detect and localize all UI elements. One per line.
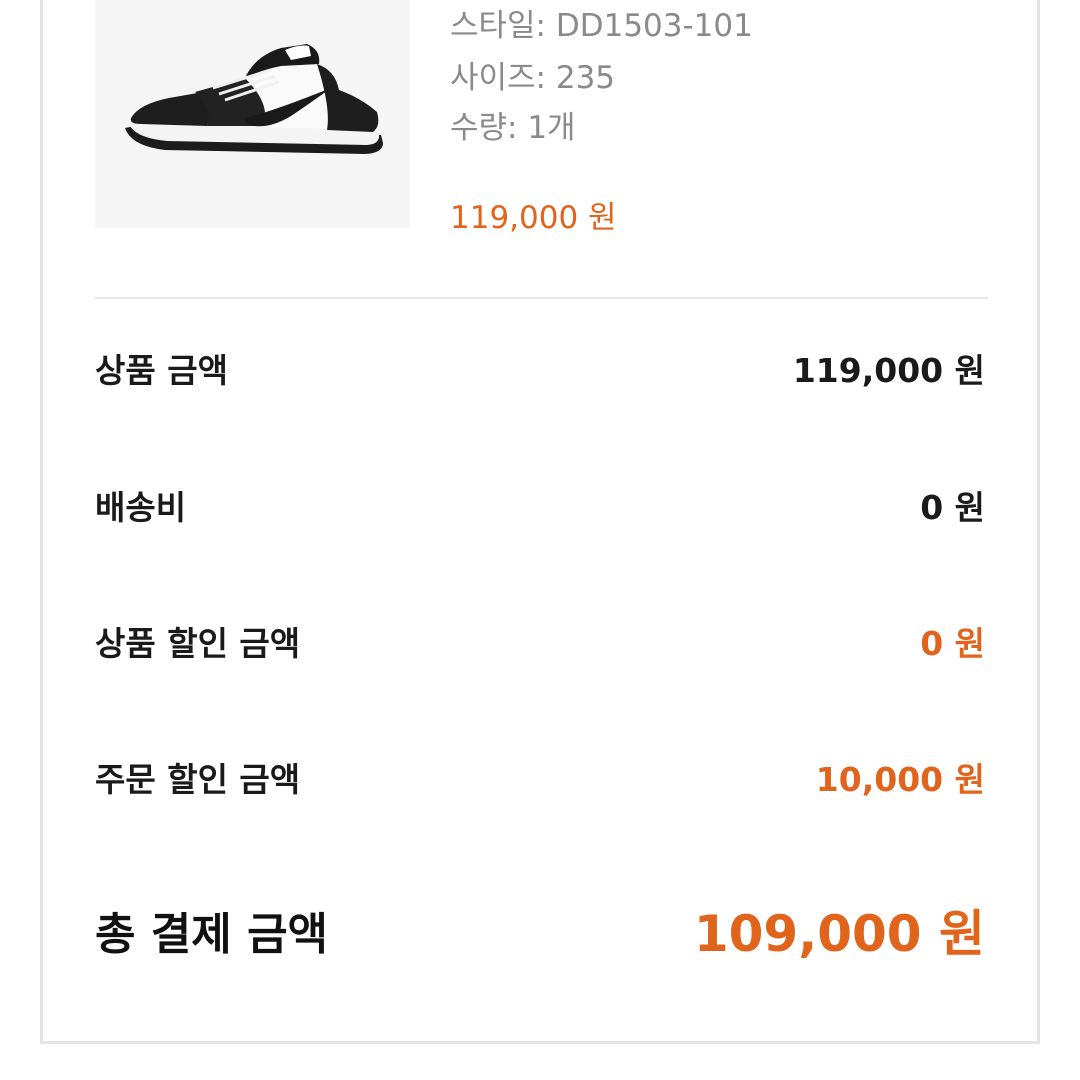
product-price: 119,000 원: [450, 200, 617, 236]
product-amount-value: 119,000 원: [792, 351, 985, 390]
order-discount-label: 주문 할인 금액: [95, 760, 301, 799]
product-quantity: 수량: 1개: [450, 110, 576, 146]
product-amount-label: 상품 금액: [95, 351, 228, 390]
sneaker-image-icon: [125, 44, 383, 154]
product-discount-label: 상품 할인 금액: [95, 624, 301, 663]
order-discount-value: 10,000 원: [815, 760, 985, 799]
total-payment-value: 109,000 원: [693, 905, 985, 963]
shipping-fee-label: 배송비: [95, 488, 187, 527]
product-size: 사이즈: 235: [450, 60, 616, 96]
section-divider: [95, 297, 988, 299]
order-summary-page: 스타일: DD1503-101 사이즈: 235 수량: 1개 119,000 …: [0, 0, 1080, 1080]
total-payment-label: 총 결제 금액: [95, 909, 329, 960]
shipping-fee-value: 0 원: [920, 488, 985, 527]
product-style: 스타일: DD1503-101: [450, 8, 753, 44]
product-discount-value: 0 원: [920, 624, 985, 663]
product-thumbnail[interactable]: [95, 0, 410, 228]
